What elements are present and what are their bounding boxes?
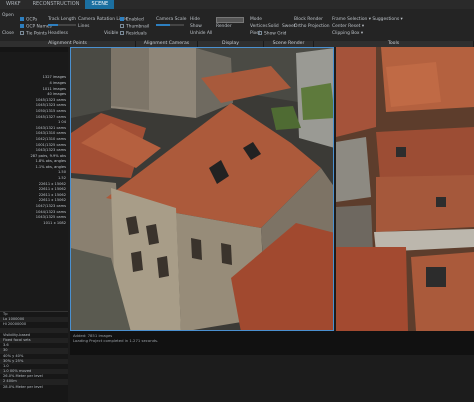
show-button[interactable]: Show <box>190 24 202 29</box>
visible-label: Visible <box>104 31 119 36</box>
aerial-photo <box>336 47 474 331</box>
clipping-box-button[interactable]: Clipping Box ▾ <box>332 31 363 36</box>
properties-panel: 1327 images 4 images 1011 images 40 images 1… <box>0 47 68 402</box>
tab-scene[interactable]: SCENE <box>85 0 115 9</box>
checkbox-icon <box>20 31 24 35</box>
unhide-all-button[interactable]: Unhide All <box>190 31 212 36</box>
property-row[interactable]: 1011 x 1082 <box>0 221 68 227</box>
setting-row[interactable]: 28.0% Meter per level <box>0 385 68 390</box>
ribbon-tabs: WRKF RECONSTRUCTION SCENE <box>0 0 474 9</box>
checkbox-icon <box>120 24 124 28</box>
checkbox-icon <box>20 24 24 28</box>
gcp-names-toggle[interactable]: GCP Names <box>20 24 52 30</box>
aerial-3d-model <box>71 48 333 330</box>
checkbox-icon <box>120 31 124 35</box>
show-grid-toggle[interactable]: Show Grid <box>258 31 286 37</box>
block-render-button[interactable]: Block Render <box>294 17 323 22</box>
mode-label: Mode <box>250 17 262 22</box>
close-button[interactable]: Open <box>2 13 14 18</box>
checkbox-icon <box>20 17 24 21</box>
status-line-2: Loading Project completed in 1.271 secon… <box>73 338 159 343</box>
render-dropdown[interactable] <box>216 17 244 23</box>
status-log: Added: 7851 images Loading Project compl… <box>70 331 474 355</box>
center-reset-button[interactable]: Center Reset ▾ <box>332 24 364 29</box>
tab-reconstruction[interactable]: RECONSTRUCTION <box>27 0 86 9</box>
render-label: Render <box>216 24 232 29</box>
ribbon: Open Close GCPs GCP Names Tie Points Tra… <box>0 9 474 41</box>
frame-selection-button[interactable]: Frame Selection ▾ Suggestions ▾ <box>332 17 403 22</box>
tie-points-toggle[interactable]: Tie Points <box>20 31 47 37</box>
checkbox-icon <box>120 17 124 21</box>
enabled-toggle[interactable]: Enabled <box>120 17 144 23</box>
residuals-toggle[interactable]: Residuals <box>120 31 147 37</box>
lines-label: Lines <box>78 24 90 29</box>
checkbox-icon <box>258 31 262 35</box>
track-length-label: Track Length <box>48 17 77 22</box>
3d-viewport[interactable] <box>70 47 334 331</box>
ortho-projection-toggle[interactable]: Ortho Projection <box>294 24 330 29</box>
camera-scale-slider[interactable] <box>156 24 184 26</box>
track-length-slider[interactable] <box>48 24 76 26</box>
tab-workflow[interactable]: WRKF <box>0 0 27 9</box>
thumbnail-toggle[interactable]: Thumbnail <box>120 24 149 30</box>
camera-scale-label: Camera Scale <box>156 17 187 22</box>
mode-vertices[interactable]: Vertices <box>250 24 268 29</box>
hide-button[interactable]: Hide <box>190 17 200 22</box>
mode-solid[interactable]: Solid <box>268 24 279 29</box>
properties-toolbar <box>0 47 68 52</box>
properties-list: 1327 images 4 images 1011 images 40 images 1… <box>0 53 68 226</box>
gcps-toggle[interactable]: GCPs <box>20 17 37 23</box>
settings-panel: Tp Lo 1000000 Hi 20000000 Visibility-based F… <box>0 311 68 402</box>
camera-image-preview[interactable] <box>336 47 474 331</box>
headless-label: Headless <box>48 31 68 36</box>
close-project-button[interactable]: Close <box>2 31 14 36</box>
